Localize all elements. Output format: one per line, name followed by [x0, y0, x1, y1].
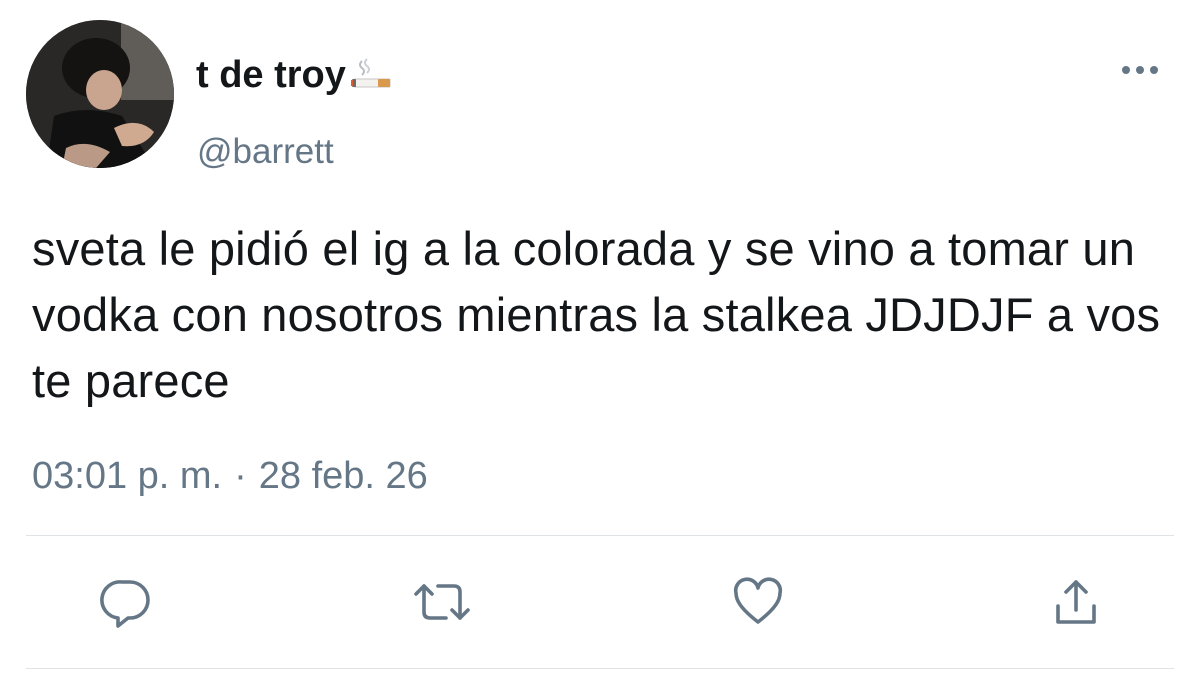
tweet-text: sveta le pidió el ig a la colorada y se …	[32, 222, 1161, 407]
cigarette-icon	[348, 57, 392, 101]
retweet-button[interactable]	[410, 570, 474, 634]
heart-icon	[733, 577, 783, 624]
avatar[interactable]	[26, 20, 174, 168]
tweet-timestamp[interactable]: 03:01 p. m. · 28 feb. 26	[32, 455, 428, 498]
user-handle[interactable]: @barrett	[197, 132, 334, 172]
display-name-text: t de troy	[196, 54, 346, 96]
reply-button[interactable]	[94, 570, 158, 634]
more-options-button[interactable]	[1110, 52, 1170, 88]
action-bar	[0, 570, 1200, 634]
retweet-icon	[414, 584, 470, 620]
tweet-date: 28 feb. 26	[258, 455, 428, 497]
tweet-card: t de troy @barrett sveta le pidió el ig …	[0, 0, 1200, 687]
divider	[26, 668, 1174, 669]
reply-icon	[100, 580, 150, 628]
divider	[26, 535, 1174, 536]
like-button[interactable]	[726, 570, 790, 634]
share-button[interactable]	[1044, 570, 1108, 634]
timestamp-separator: ·	[234, 455, 247, 497]
tweet-time: 03:01 p. m.	[32, 455, 223, 497]
share-icon	[1056, 580, 1096, 624]
display-name[interactable]: t de troy	[196, 54, 392, 101]
avatar-photo	[26, 20, 174, 168]
more-options-icon	[1122, 66, 1158, 74]
